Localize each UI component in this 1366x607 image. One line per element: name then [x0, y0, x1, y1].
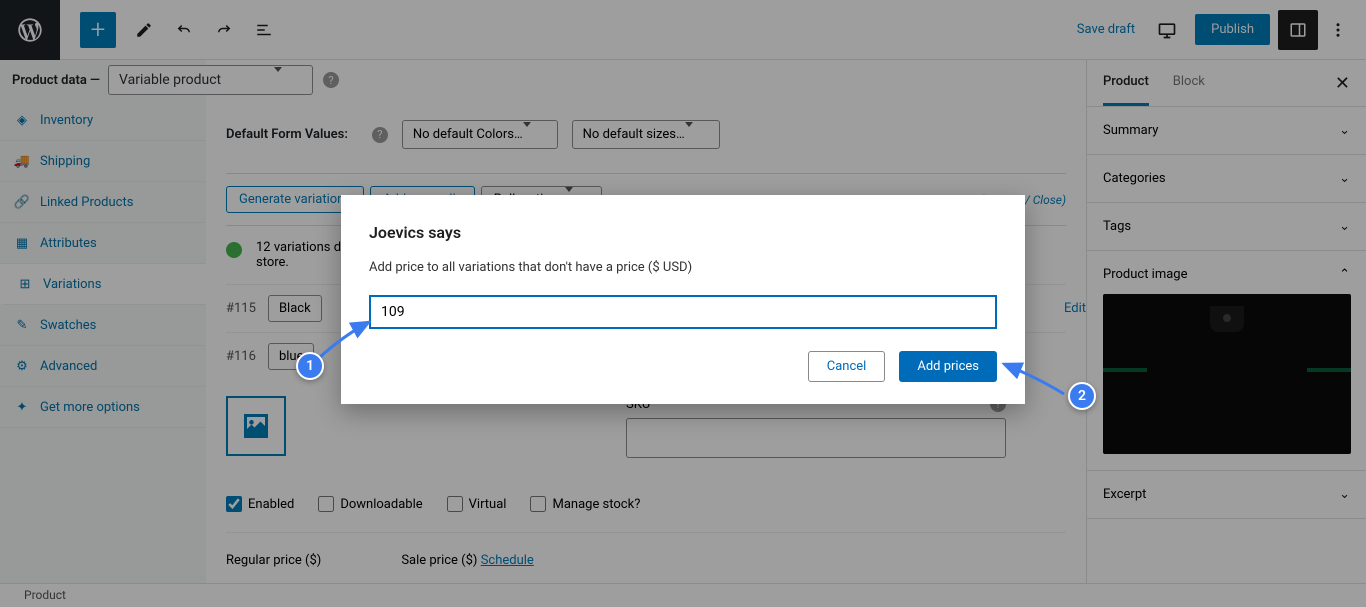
dialog-title: Joevics says — [369, 223, 997, 242]
dialog-input[interactable] — [369, 295, 997, 329]
cancel-button[interactable]: Cancel — [808, 351, 886, 382]
add-prices-button[interactable]: Add prices — [899, 351, 997, 382]
prompt-dialog: Joevics says Add price to all variations… — [341, 195, 1025, 404]
dialog-message: Add price to all variations that don't h… — [369, 260, 997, 275]
annotation-bubble-2: 2 — [1068, 382, 1096, 410]
annotation-bubble-1: 1 — [296, 352, 324, 380]
